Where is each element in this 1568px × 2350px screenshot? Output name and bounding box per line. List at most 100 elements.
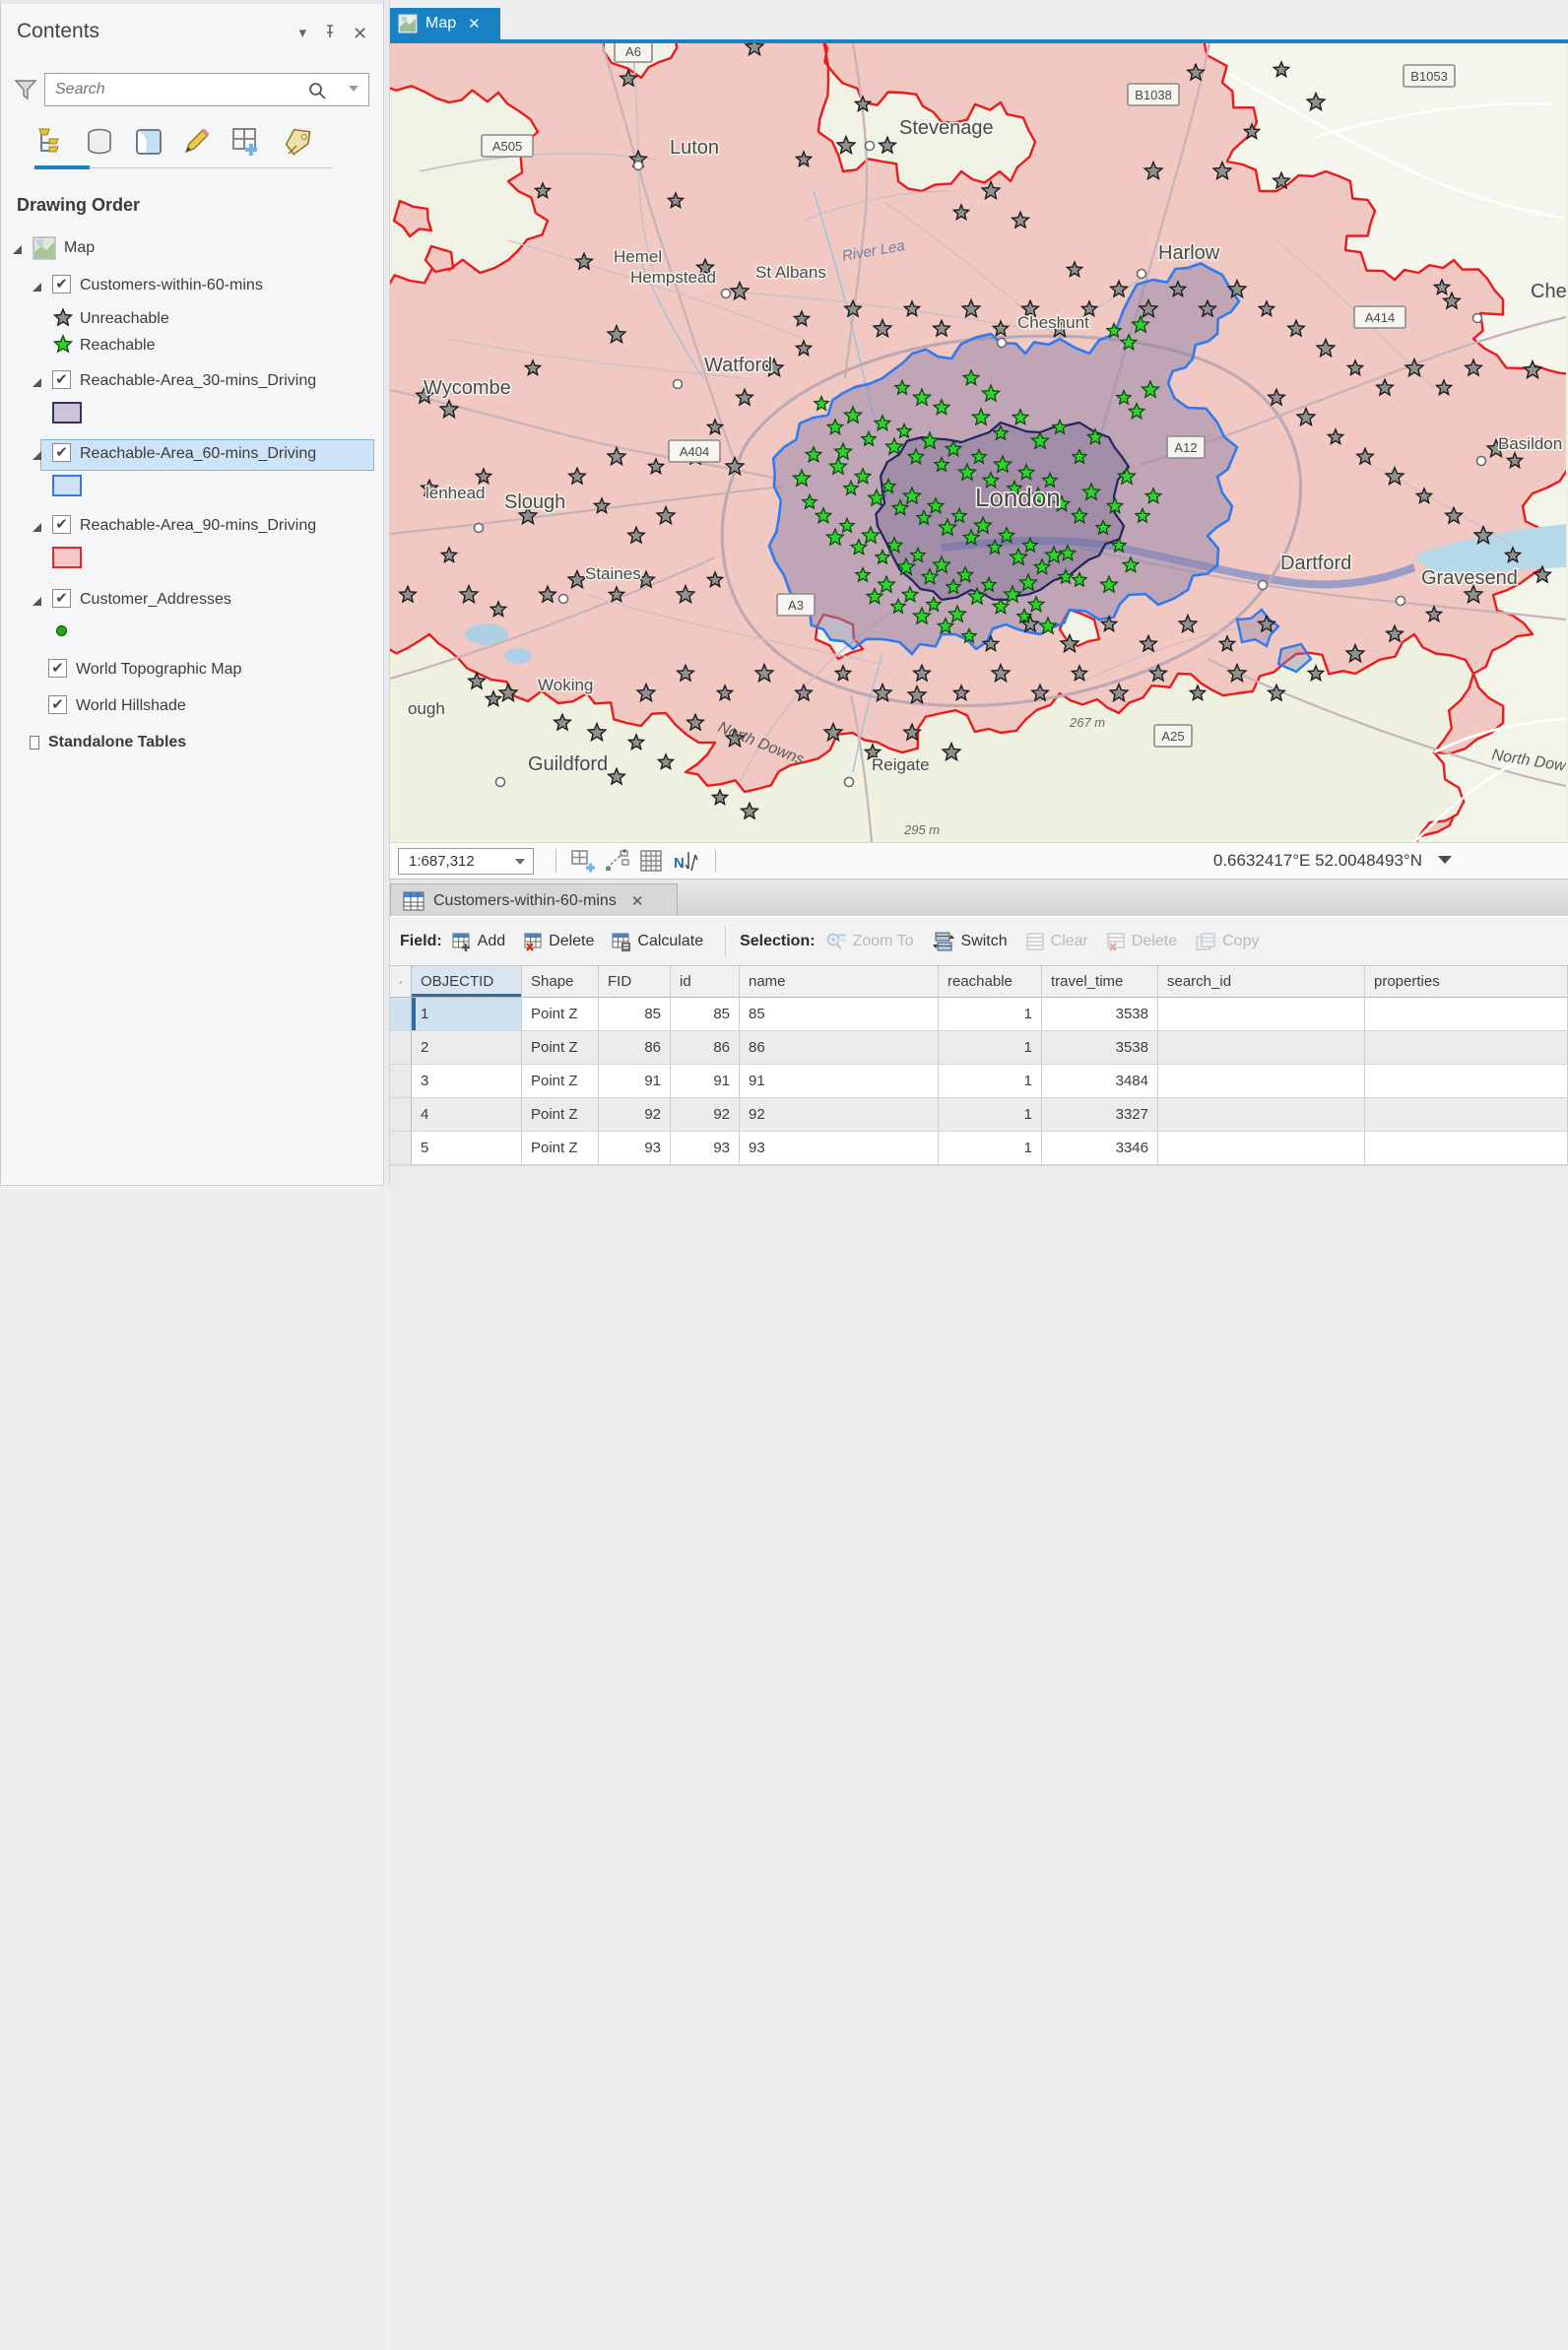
cell-shape[interactable]: Point Z: [522, 1098, 599, 1132]
tree-item-area60-layer[interactable]: ✔ Reachable-Area_60-mins_Driving: [1, 440, 387, 470]
column-header-id[interactable]: id: [671, 966, 740, 998]
search-icon[interactable]: [307, 81, 327, 105]
calculate-field-button[interactable]: Calculate: [612, 932, 703, 951]
cell-search_id[interactable]: [1158, 1031, 1365, 1065]
layer-checkbox[interactable]: ✔: [48, 659, 67, 678]
cell-search_id[interactable]: [1158, 1132, 1365, 1165]
close-table-tab-icon[interactable]: ✕: [631, 892, 644, 910]
tree-item-area90-layer[interactable]: ✔ Reachable-Area_90-mins_Driving: [1, 512, 387, 542]
column-header-shape[interactable]: Shape: [522, 966, 599, 998]
cell-properties[interactable]: [1365, 1031, 1568, 1065]
column-header-travel_time[interactable]: travel_time: [1042, 966, 1158, 998]
cell-id[interactable]: 86: [671, 1031, 740, 1065]
delete-selection-button[interactable]: Delete: [1106, 932, 1177, 951]
tree-item-customers-layer[interactable]: ✔ Customers-within-60-mins: [1, 272, 387, 301]
tree-item-world-topographic[interactable]: ✔ World Topographic Map: [1, 656, 387, 685]
delete-field-button[interactable]: Delete: [523, 932, 594, 951]
cell-search_id[interactable]: [1158, 998, 1365, 1031]
expand-icon[interactable]: [33, 523, 41, 532]
cell-shape[interactable]: Point Z: [522, 1031, 599, 1065]
cell-properties[interactable]: [1365, 998, 1568, 1031]
clear-selection-button[interactable]: Clear: [1025, 932, 1088, 951]
cell-search_id[interactable]: [1158, 1065, 1365, 1098]
cell-id[interactable]: 92: [671, 1098, 740, 1132]
cell-fid[interactable]: 91: [599, 1065, 671, 1098]
select-all-corner[interactable]: [390, 966, 412, 998]
switch-selection-button[interactable]: Switch: [932, 931, 1008, 952]
search-input[interactable]: [55, 79, 301, 100]
map-view-tab[interactable]: Map ✕: [390, 8, 500, 39]
cell-objectid[interactable]: 2: [412, 1031, 522, 1065]
copy-selection-button[interactable]: Copy: [1195, 932, 1259, 951]
cell-objectid[interactable]: 5: [412, 1132, 522, 1165]
cell-shape[interactable]: Point Z: [522, 998, 599, 1031]
zoom-to-button[interactable]: Zoom To: [825, 932, 914, 951]
tree-item-world-hillshade[interactable]: ✔ World Hillshade: [1, 692, 387, 722]
coordinates-chevron-icon[interactable]: [1438, 856, 1452, 864]
cell-properties[interactable]: [1365, 1065, 1568, 1098]
filter-icon[interactable]: [13, 77, 38, 107]
tab-data-sources[interactable]: [80, 122, 119, 162]
add-field-button[interactable]: Add: [452, 932, 505, 951]
tree-item-map[interactable]: Map: [1, 234, 387, 264]
row-selector[interactable]: [390, 1132, 412, 1165]
expand-icon[interactable]: [13, 245, 22, 254]
add-layout-icon[interactable]: [569, 848, 595, 879]
layer-checkbox[interactable]: ✔: [52, 443, 71, 462]
cell-travel_time[interactable]: 3346: [1042, 1132, 1158, 1165]
cell-shape[interactable]: Point Z: [522, 1132, 599, 1165]
table-row[interactable]: 1Point Z85858513538: [390, 998, 1568, 1031]
cell-fid[interactable]: 92: [599, 1098, 671, 1132]
row-selector[interactable]: [390, 1098, 412, 1132]
cell-fid[interactable]: 93: [599, 1132, 671, 1165]
cell-reachable[interactable]: 1: [939, 998, 1042, 1031]
map-canvas[interactable]: A505A6B1038B1053A414A404A12A3A25LutonSte…: [390, 43, 1566, 842]
cell-reachable[interactable]: 1: [939, 1031, 1042, 1065]
table-row[interactable]: 4Point Z92929213327: [390, 1098, 1568, 1132]
cell-travel_time[interactable]: 3327: [1042, 1098, 1158, 1132]
cell-name[interactable]: 85: [740, 998, 939, 1031]
row-selector[interactable]: [390, 1031, 412, 1065]
close-map-tab-icon[interactable]: ✕: [468, 15, 481, 33]
expand-icon[interactable]: [33, 597, 41, 606]
north-arrow-icon[interactable]: N: [674, 851, 698, 873]
close-panel-icon[interactable]: ✕: [353, 24, 367, 44]
grid-icon[interactable]: [638, 848, 664, 879]
cell-properties[interactable]: [1365, 1132, 1568, 1165]
row-selector[interactable]: [390, 1065, 412, 1098]
cell-name[interactable]: 92: [740, 1098, 939, 1132]
layer-checkbox[interactable]: ✔: [52, 275, 71, 294]
pin-icon[interactable]: [322, 24, 338, 43]
cell-reachable[interactable]: 1: [939, 1132, 1042, 1165]
cell-id[interactable]: 85: [671, 998, 740, 1031]
cell-shape[interactable]: Point Z: [522, 1065, 599, 1098]
cell-reachable[interactable]: 1: [939, 1065, 1042, 1098]
column-header-objectid[interactable]: OBJECTID: [412, 966, 522, 998]
area60-swatch[interactable]: [52, 475, 82, 496]
collapsed-icon[interactable]: [31, 737, 38, 749]
tree-item-standalone-tables[interactable]: Standalone Tables: [1, 729, 387, 758]
cell-name[interactable]: 93: [740, 1132, 939, 1165]
cell-name[interactable]: 86: [740, 1031, 939, 1065]
tab-snapping[interactable]: [226, 122, 265, 162]
cell-fid[interactable]: 85: [599, 998, 671, 1031]
attribute-table-tab[interactable]: Customers-within-60-mins ✕: [390, 883, 678, 917]
cell-id[interactable]: 91: [671, 1065, 740, 1098]
column-header-search_id[interactable]: search_id: [1158, 966, 1365, 998]
expand-icon[interactable]: [33, 378, 41, 387]
cell-objectid[interactable]: 1: [412, 998, 522, 1031]
row-selector[interactable]: [390, 998, 412, 1031]
cell-fid[interactable]: 86: [599, 1031, 671, 1065]
search-options-chevron-icon[interactable]: [349, 86, 359, 92]
tab-drawing-order[interactable]: [31, 122, 70, 162]
tab-editing[interactable]: [176, 122, 216, 162]
table-row[interactable]: 5Point Z93939313346: [390, 1132, 1568, 1165]
tree-item-area30-layer[interactable]: ✔ Reachable-Area_30-mins_Driving: [1, 367, 387, 397]
table-row[interactable]: 2Point Z86868613538: [390, 1031, 1568, 1065]
scale-selector[interactable]: 1:687,312: [398, 848, 534, 875]
measure-icon[interactable]: [603, 848, 630, 879]
cell-id[interactable]: 93: [671, 1132, 740, 1165]
cell-name[interactable]: 91: [740, 1065, 939, 1098]
column-header-properties[interactable]: properties: [1365, 966, 1568, 998]
layer-checkbox[interactable]: ✔: [52, 589, 71, 608]
